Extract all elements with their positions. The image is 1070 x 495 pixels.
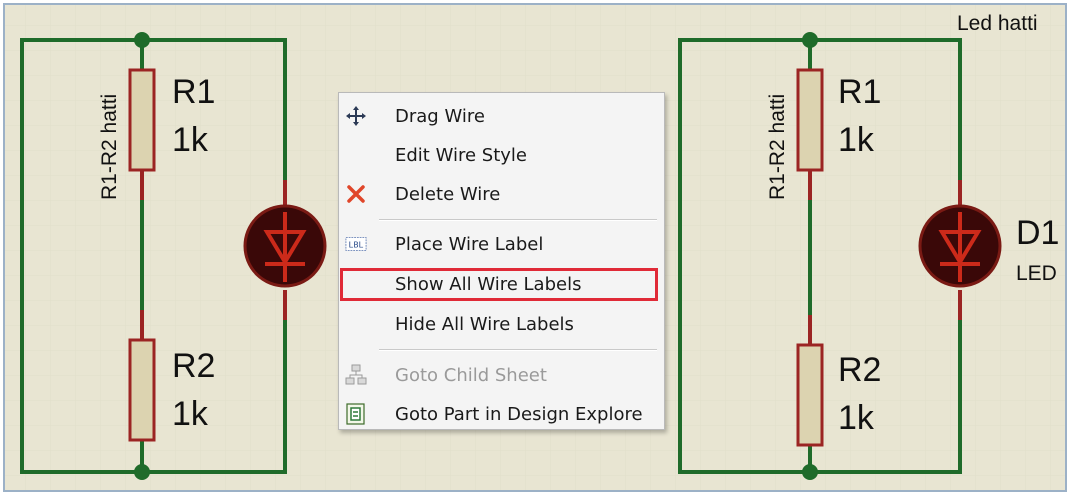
menu-item-label: Place Wire Label	[395, 234, 544, 255]
led-d1[interactable]	[243, 204, 327, 288]
wire-label-r1-r2: R1-R2 hatti	[98, 93, 121, 200]
resistor-r2[interactable]	[128, 338, 156, 442]
menu-item-label: Delete Wire	[395, 184, 501, 205]
r2-value-label: 1k	[172, 395, 208, 433]
junction-dot	[134, 32, 150, 48]
d1-type-label: LED	[1016, 262, 1057, 285]
menu-item-goto-part-design-explorer[interactable]: Goto Part in Design Explore	[339, 397, 664, 431]
wire-label-led: Led hatti	[957, 12, 1038, 35]
resistor-r1[interactable]	[128, 68, 156, 172]
r2-name-label: R2	[172, 347, 216, 385]
r2-name-label: R2	[838, 351, 882, 389]
menu-separator	[379, 349, 657, 351]
highlight-box	[340, 268, 658, 301]
menu-item-drag-wire[interactable]: Drag Wire	[339, 99, 664, 133]
resistor-r1[interactable]	[796, 68, 824, 172]
menu-item-delete-wire[interactable]: Delete Wire	[339, 177, 664, 211]
menu-item-label: Hide All Wire Labels	[395, 314, 574, 335]
r1-name-label: R1	[172, 73, 216, 111]
resistor-r2[interactable]	[796, 343, 824, 447]
r1-name-label: R1	[838, 73, 882, 111]
junction-dot	[134, 464, 150, 480]
r1-value-label: 1k	[172, 121, 208, 159]
menu-item-place-wire-label[interactable]: LBL Place Wire Label	[339, 227, 664, 261]
red-x-icon	[345, 183, 367, 205]
r1-value-label: 1k	[838, 121, 874, 159]
menu-item-label: Drag Wire	[395, 106, 485, 127]
menu-separator	[379, 219, 657, 221]
led-d1[interactable]	[918, 204, 1002, 288]
menu-item-label: Edit Wire Style	[395, 145, 527, 166]
lbl-icon: LBL	[345, 233, 367, 255]
svg-text:LBL: LBL	[349, 240, 364, 250]
menu-item-label: Goto Part in Design Explore	[395, 404, 643, 425]
menu-item-goto-child-sheet[interactable]: Goto Child Sheet	[339, 358, 664, 392]
junction-dot	[802, 464, 818, 480]
r2-value-label: 1k	[838, 399, 874, 437]
menu-item-label: Goto Child Sheet	[395, 365, 547, 386]
wire-context-menu: Drag Wire Edit Wire Style Delete Wire LB…	[338, 92, 665, 430]
hierarchy-icon	[345, 364, 367, 386]
wire-label-r1-r2: R1-R2 hatti	[766, 93, 789, 200]
design-explorer-icon	[345, 403, 367, 425]
d1-name-label: D1	[1016, 214, 1060, 252]
junction-dot	[802, 32, 818, 48]
menu-item-hide-all-wire-labels[interactable]: Hide All Wire Labels	[339, 307, 664, 341]
menu-item-edit-wire-style[interactable]: Edit Wire Style	[339, 138, 664, 172]
move-arrows-icon	[345, 105, 367, 127]
